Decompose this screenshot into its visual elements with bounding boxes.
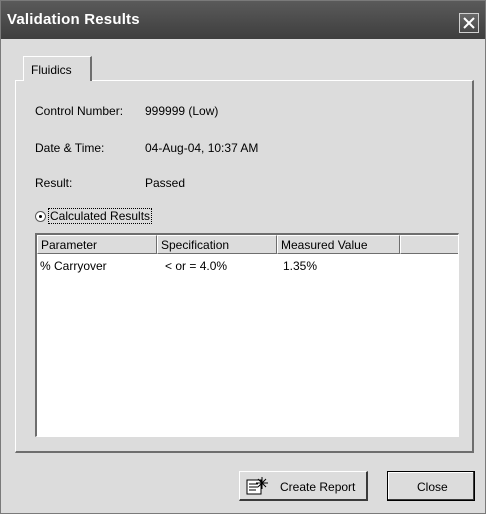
column-header-measured-value[interactable]: Measured Value <box>277 235 400 254</box>
tab-fluidics[interactable]: Fluidics <box>23 56 92 81</box>
control-number-label: Control Number: <box>35 104 124 118</box>
date-time-value: 04-Aug-04, 10:37 AM <box>145 141 259 155</box>
control-number-value: 999999 (Low) <box>145 104 219 118</box>
close-label: Close <box>417 480 448 494</box>
column-header-empty[interactable] <box>400 235 458 254</box>
create-report-button[interactable]: Create Report <box>239 471 368 501</box>
column-header-parameter[interactable]: Parameter <box>37 235 157 254</box>
report-icon <box>246 476 270 499</box>
column-header-specification[interactable]: Specification <box>157 235 277 254</box>
calculated-results-radio[interactable] <box>35 211 46 222</box>
title-bar: Validation Results <box>1 1 485 39</box>
tab-label: Fluidics <box>31 63 72 77</box>
cell-parameter: % Carryover <box>40 259 107 273</box>
result-value: Passed <box>145 176 186 190</box>
cell-measured-value: 1.35% <box>283 259 318 273</box>
close-button[interactable]: Close <box>387 471 475 501</box>
validation-results-window: Validation Results Fluidics Control Numb… <box>0 0 486 514</box>
calculated-results-label[interactable]: Calculated Results <box>47 208 153 224</box>
create-report-label: Create Report <box>280 480 356 494</box>
date-time-label: Date & Time: <box>35 141 105 155</box>
window-title: Validation Results <box>7 11 140 28</box>
list-header: Parameter Specification Measured Value <box>37 235 458 254</box>
results-list[interactable]: Parameter Specification Measured Value %… <box>35 233 459 437</box>
cell-specification: < or = 4.0% <box>165 259 228 273</box>
result-label: Result: <box>35 176 73 190</box>
close-icon[interactable] <box>459 13 479 33</box>
